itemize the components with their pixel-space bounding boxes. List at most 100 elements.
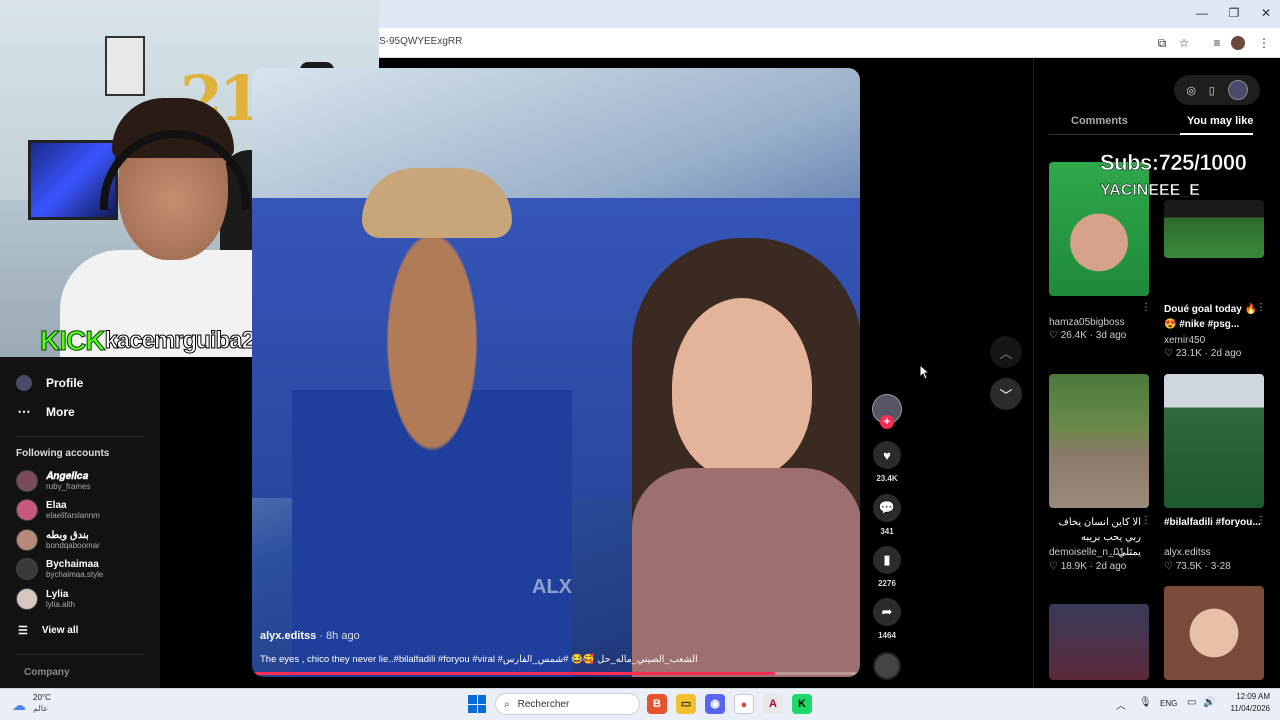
like-action[interactable]: ♥ 23.4K — [873, 441, 901, 483]
save-count: 2276 — [878, 579, 896, 588]
media-controls-icon[interactable]: ≡ — [1208, 34, 1226, 52]
install-app-icon[interactable]: ⧉ — [1153, 34, 1171, 52]
music-disc-icon[interactable] — [873, 652, 901, 680]
view-all-link[interactable]: ☰ View all — [18, 624, 78, 637]
windows-start-icon[interactable] — [468, 695, 486, 713]
sidebar-item-profile[interactable]: Profile — [16, 372, 83, 394]
card-author[interactable]: xemir450 — [1164, 335, 1205, 346]
bookmark-star-icon[interactable]: ☆ — [1175, 34, 1193, 52]
video-author[interactable]: alyx.editss · 8h ago — [260, 630, 360, 642]
share-icon[interactable]: ➦ — [873, 598, 901, 626]
account-name: Elaa — [46, 499, 67, 511]
bookmark-icon[interactable]: ▮ — [873, 546, 901, 574]
card-stats: ♡ 26.4K · 3d ago — [1049, 330, 1127, 341]
comment-action[interactable]: 💬 341 — [873, 494, 901, 536]
avatar — [16, 558, 38, 580]
close-icon[interactable]: ✕ — [1255, 4, 1277, 22]
card-more-icon[interactable]: ⋮ — [1256, 515, 1266, 526]
app-a-icon[interactable]: A — [763, 694, 783, 714]
url-text[interactable]: S-95QWYEExgRR — [379, 36, 462, 47]
card-date: 3d ago — [1095, 330, 1127, 341]
chevron-up-icon[interactable]: ︿ — [1116, 697, 1126, 712]
tab-you-may-like[interactable]: You may like — [1187, 115, 1253, 127]
sidebar-item-more[interactable]: ⋯ More — [16, 401, 75, 423]
list-icon: ☰ — [18, 625, 28, 637]
avatar[interactable] — [1227, 80, 1248, 100]
follow-plus-icon[interactable]: + — [880, 415, 894, 429]
minimize-icon[interactable]: — — [1191, 4, 1213, 22]
video-thumbnail[interactable] — [1164, 374, 1264, 508]
following-account[interactable]: 𝑨𝒏𝒈𝒆𝒍𝒊𝒄𝒂 ruby_frames — [16, 468, 90, 494]
card-more-icon[interactable]: ⋮ — [1141, 302, 1151, 313]
video-woman-body — [632, 468, 860, 677]
card-more-icon[interactable]: ⋮ — [1141, 515, 1151, 526]
search-icon: ⌕ — [504, 698, 510, 710]
company-link[interactable]: Company — [24, 667, 70, 678]
discord-icon[interactable]: ◉ — [705, 694, 725, 714]
video-thumbnail[interactable] — [1164, 586, 1264, 680]
share-action[interactable]: ➦ 1464 — [873, 598, 901, 640]
account-handle: lylia.alth — [46, 599, 75, 609]
chrome-icon[interactable]: ● — [734, 694, 754, 714]
card-author[interactable]: alyx.editss — [1164, 547, 1211, 558]
card-author[interactable]: hamza05bigboss — [1049, 317, 1125, 328]
microphone-icon[interactable]: 🎙 — [1139, 697, 1152, 708]
next-video-button[interactable]: ﹀ — [990, 378, 1022, 410]
card-likes: 26.4K — [1060, 330, 1087, 341]
video-thumbnail[interactable] — [1164, 200, 1264, 258]
following-account[interactable]: Bychaimaa bychaimaa.style — [16, 556, 103, 582]
language-indicator[interactable]: ENG — [1160, 699, 1177, 708]
account-name: بندق وبطه — [46, 529, 89, 541]
compass-icon[interactable]: ◎ — [1186, 84, 1196, 97]
following-account[interactable]: Elaa elaelifarslannm — [16, 497, 100, 523]
card-date: 2d ago — [1210, 348, 1242, 359]
card-more-icon[interactable]: ⋮ — [1256, 302, 1266, 313]
account-handle: bondqaboomar — [46, 540, 100, 550]
maximize-icon[interactable]: ❐ — [1223, 4, 1245, 22]
file-explorer-icon[interactable]: ▭ — [676, 694, 696, 714]
volume-icon[interactable]: 🔊 — [1203, 697, 1215, 708]
following-account[interactable]: بندق وبطه bondqaboomar — [16, 527, 100, 553]
video-thumbnail[interactable] — [1049, 374, 1149, 508]
previous-video-button[interactable]: ︿ — [990, 336, 1022, 368]
brave-browser-icon[interactable]: B — [647, 694, 667, 714]
account-name: 𝑨𝒏𝒈𝒆𝒍𝒊𝒄𝒂 — [46, 470, 89, 482]
taskbar-search[interactable]: ⌕ Rechercher — [495, 693, 640, 715]
network-icon[interactable]: ▭ — [1187, 697, 1196, 708]
weather-description: عالم — [33, 704, 48, 713]
video-man-hair — [362, 168, 512, 238]
profile-avatar[interactable] — [1231, 36, 1245, 50]
video-player[interactable]: ALX alyx.editss · 8h ago The eyes , chic… — [252, 68, 860, 677]
account-name: Bychaimaa — [46, 558, 99, 570]
account-handle: ruby_frames — [46, 481, 91, 491]
cloud-icon[interactable]: ☁ — [12, 697, 26, 714]
tab-active-indicator — [1180, 133, 1253, 135]
view-all-label: View all — [41, 625, 79, 636]
address-bar[interactable]: S-95QWYEExgRR ⧉ ☆ ≡ ⋮ — [379, 28, 1280, 58]
video-thumbnail[interactable] — [1049, 604, 1149, 680]
menu-dots-icon[interactable]: ⋮ — [1255, 34, 1273, 52]
clock-date[interactable]: 11/04/2026 — [1222, 704, 1270, 713]
following-accounts-title: Following accounts — [16, 448, 110, 459]
card-title[interactable]: #bilalfadili #foryou... — [1164, 515, 1269, 530]
weather-temperature[interactable]: 20°C — [33, 693, 51, 702]
heart-icon[interactable]: ♥ — [873, 441, 901, 469]
card-likes: 18.9K — [1060, 561, 1087, 572]
browser-title-bar: — ❐ ✕ — [379, 0, 1280, 28]
account-name: Lylia — [46, 588, 69, 600]
card-author[interactable]: demoiselle_n_01 — [1049, 547, 1125, 558]
clock-time[interactable]: 12:09 AM — [1230, 692, 1270, 701]
profile-avatar-icon — [16, 375, 32, 391]
avatar — [16, 529, 38, 551]
save-action[interactable]: ▮ 2276 — [873, 546, 901, 588]
tab-comments[interactable]: Comments — [1071, 115, 1128, 127]
kick-app-icon[interactable]: K — [792, 694, 812, 714]
video-progress-bar[interactable] — [252, 672, 860, 675]
following-account[interactable]: Lylia lylia.alth — [16, 586, 75, 612]
comment-icon[interactable]: 💬 — [873, 494, 901, 522]
video-author-name[interactable]: alyx.editss — [260, 630, 316, 642]
card-date: 3-28 — [1210, 561, 1231, 572]
phone-icon[interactable]: ▯ — [1209, 84, 1215, 97]
card-title[interactable]: Doué goal today 🔥😍 #nike #psg... — [1164, 302, 1269, 332]
kick-channel-banner: KICK kacemrguiba213 — [39, 325, 280, 357]
